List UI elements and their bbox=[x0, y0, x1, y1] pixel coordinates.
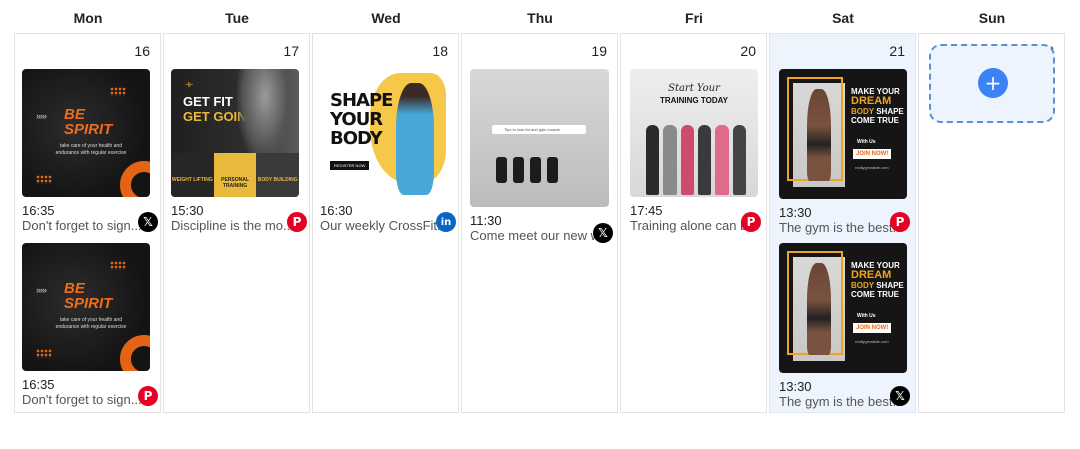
day-header-sat: Sat bbox=[832, 10, 854, 26]
post-time: 16:35 bbox=[22, 377, 55, 392]
post-caption: Don't forget to sign... bbox=[22, 218, 142, 233]
scheduled-post-mon-2[interactable]: ››››› BE SPIRIT take care of your health … bbox=[22, 243, 158, 407]
pinterest-icon: P bbox=[890, 212, 910, 232]
image-text: SPIRIT bbox=[64, 295, 113, 312]
post-image: ⟛ GET FIT GET GOING WEIGHT LIFTING PERSO… bbox=[171, 69, 299, 197]
image-text: reallygreatsite.com bbox=[855, 165, 889, 170]
post-image: Tips to lose fat and gain muscle bbox=[470, 69, 609, 207]
image-text: SHAPE bbox=[330, 90, 393, 111]
post-image: MAKE YOUR DREAM BODY SHAPE COME TRUE Wit… bbox=[779, 243, 907, 373]
post-image: SHAPE YOUR BODY REGISTER NOW bbox=[320, 69, 448, 197]
image-text: WEIGHT LIFTING bbox=[171, 153, 214, 197]
scheduled-post-fri-1[interactable]: Start Your TRAINING TODAY 17:45 Training… bbox=[630, 69, 761, 233]
image-text: TRAINING TODAY bbox=[659, 96, 728, 105]
day-number: 17 bbox=[283, 43, 299, 59]
image-text: SHAPE bbox=[876, 107, 904, 116]
post-caption: The gym is the best... bbox=[779, 220, 901, 235]
x-icon: 𝕏 bbox=[138, 212, 158, 232]
post-caption: Don't forget to sign... bbox=[22, 392, 142, 407]
post-time: 16:35 bbox=[22, 203, 55, 218]
add-post-slot[interactable]: + bbox=[929, 44, 1055, 123]
day-cell-tue[interactable]: 17 ⟛ GET FIT GET GOING WEIGHT LIFTING PE… bbox=[163, 33, 310, 413]
arrows-icon: ››››› bbox=[36, 111, 47, 121]
scheduled-post-thu-1[interactable]: Tips to lose fat and gain muscle 11:30 C… bbox=[470, 69, 613, 243]
image-text: YOUR bbox=[330, 109, 383, 130]
day-header-wed: Wed bbox=[371, 10, 401, 26]
day-number: 18 bbox=[432, 43, 448, 59]
day-cell-fri[interactable]: 20 Start Your TRAINING TODAY 17:45 Train… bbox=[620, 33, 767, 413]
image-text: BODY bbox=[851, 281, 874, 290]
image-text: PERSONAL TRAINING bbox=[213, 153, 257, 197]
image-text: Tips to lose fat and gain muscle bbox=[492, 125, 586, 134]
image-text: SPIRIT bbox=[64, 121, 113, 138]
image-text: REGISTER NOW bbox=[330, 161, 370, 170]
image-text: DREAM bbox=[851, 95, 892, 107]
day-number: 19 bbox=[591, 43, 607, 59]
post-time: 11:30 bbox=[470, 213, 502, 228]
image-subtext: take care of your health and endurance w… bbox=[55, 143, 127, 156]
image-text: COME TRUE bbox=[851, 290, 899, 299]
image-text: BODY bbox=[851, 107, 874, 116]
post-time: 13:30 bbox=[779, 205, 812, 220]
pinterest-icon: P bbox=[138, 386, 158, 406]
scheduled-post-tue-1[interactable]: ⟛ GET FIT GET GOING WEIGHT LIFTING PERSO… bbox=[171, 69, 307, 233]
day-header-tue: Tue bbox=[225, 10, 249, 26]
post-caption: The gym is the best... bbox=[779, 394, 901, 409]
day-header-fri: Fri bbox=[685, 10, 703, 26]
add-post-button[interactable]: + bbox=[978, 68, 1008, 98]
pinterest-icon: P bbox=[741, 212, 761, 232]
day-cell-mon[interactable]: 16 ››››› BE SPIRIT take care of your heal… bbox=[14, 33, 161, 413]
image-text: COME TRUE bbox=[851, 116, 899, 125]
scheduled-post-mon-1[interactable]: ››››› BE SPIRIT take care of your health … bbox=[22, 69, 158, 233]
arrows-icon: ››››› bbox=[36, 285, 47, 295]
day-number: 21 bbox=[889, 43, 905, 59]
day-cell-wed[interactable]: 18 SHAPE YOUR BODY REGISTER NOW 16:30 Ou… bbox=[312, 33, 459, 413]
image-text: With Us bbox=[857, 139, 876, 145]
image-text: Start Your bbox=[668, 83, 720, 94]
post-image: Start Your TRAINING TODAY bbox=[630, 69, 758, 197]
image-text: BODY BUILDING bbox=[256, 153, 299, 197]
scheduled-post-sat-1[interactable]: MAKE YOUR DREAM BODY SHAPE COME TRUE Wit… bbox=[779, 69, 910, 235]
image-text: JOIN NOW! bbox=[853, 323, 892, 333]
image-text: JOIN NOW! bbox=[853, 149, 892, 159]
image-text: GET FIT bbox=[183, 94, 233, 109]
day-number: 20 bbox=[740, 43, 756, 59]
post-caption: Training alone can b... bbox=[630, 218, 752, 233]
image-text: BODY bbox=[330, 128, 383, 149]
day-number: 16 bbox=[134, 43, 150, 59]
post-image: ››››› BE SPIRIT take care of your health … bbox=[22, 243, 150, 371]
post-time: 13:30 bbox=[779, 379, 812, 394]
image-subtext: take care of your health and endurance w… bbox=[55, 317, 127, 330]
day-cell-thu[interactable]: 19 Tips to lose fat and gain muscle 11:3… bbox=[461, 33, 618, 413]
image-text: With Us bbox=[857, 313, 876, 319]
scheduled-post-wed-1[interactable]: SHAPE YOUR BODY REGISTER NOW 16:30 Our w… bbox=[320, 69, 456, 233]
post-time: 15:30 bbox=[171, 203, 204, 218]
image-text: reallygreatsite.com bbox=[855, 339, 889, 344]
day-header-thu: Thu bbox=[527, 10, 553, 26]
x-icon: 𝕏 bbox=[593, 223, 613, 243]
post-caption: Discipline is the mo... bbox=[171, 218, 293, 233]
day-header-sun: Sun bbox=[978, 10, 1006, 26]
image-text: DREAM bbox=[851, 269, 892, 281]
dumbbell-icon: ⟛ bbox=[185, 79, 194, 89]
linkedin-icon: in bbox=[436, 212, 456, 232]
post-image: ››››› BE SPIRIT take care of your health … bbox=[22, 69, 150, 197]
post-caption: Our weekly CrossFit... bbox=[320, 218, 442, 233]
day-cell-sat[interactable]: 21 MAKE YOUR DREAM BODY SHAPE COME TRUE … bbox=[769, 33, 916, 413]
scheduled-post-sat-2[interactable]: MAKE YOUR DREAM BODY SHAPE COME TRUE Wit… bbox=[779, 243, 910, 409]
post-time: 16:30 bbox=[320, 203, 353, 218]
pinterest-icon: P bbox=[287, 212, 307, 232]
post-time: 17:45 bbox=[630, 203, 663, 218]
image-text: SHAPE bbox=[876, 281, 904, 290]
post-image: MAKE YOUR DREAM BODY SHAPE COME TRUE Wit… bbox=[779, 69, 907, 199]
x-icon: 𝕏 bbox=[890, 386, 910, 406]
post-caption: Come meet our new w... bbox=[470, 228, 600, 243]
day-header-mon: Mon bbox=[73, 10, 103, 26]
